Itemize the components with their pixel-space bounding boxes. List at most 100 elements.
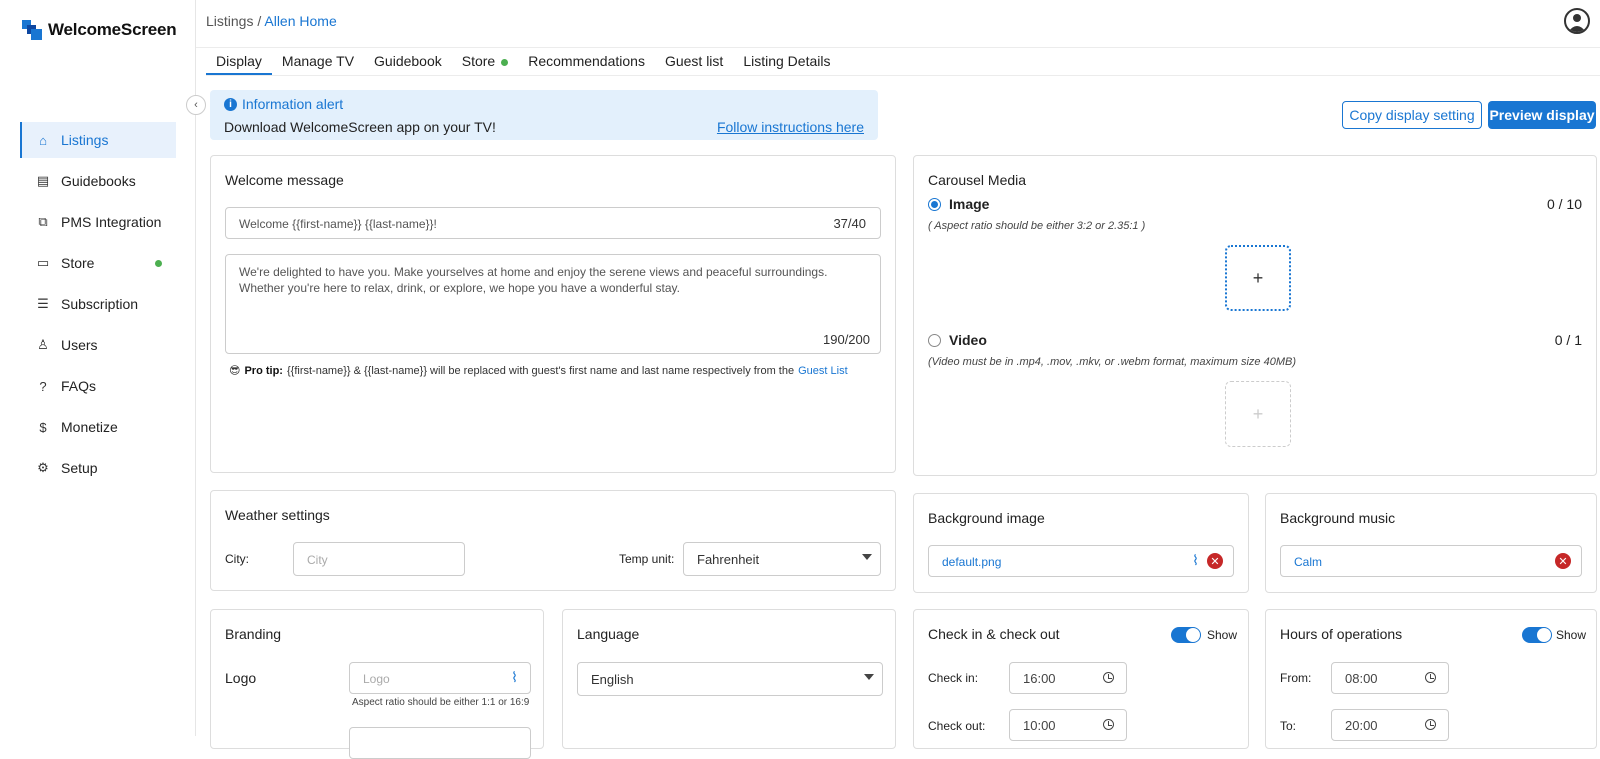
sidebar-item-guidebooks[interactable]: ▤ Guidebooks (20, 163, 176, 199)
language-select[interactable]: English (577, 662, 883, 696)
welcome-body-textarea[interactable]: We're delighted to have you. Make yourse… (225, 254, 881, 354)
show-label: Show (1207, 628, 1238, 642)
video-radio-option[interactable]: Video (928, 332, 987, 348)
from-label: From: (1280, 671, 1312, 685)
preview-display-button[interactable]: Preview display (1488, 101, 1596, 129)
checkin-time-value: 16:00 (1023, 671, 1056, 686)
body-counter: 190/200 (823, 332, 870, 347)
checkin-show-toggle[interactable] (1171, 627, 1201, 643)
person-icon (1568, 14, 1586, 32)
remove-icon[interactable]: ✕ (1555, 553, 1571, 569)
dollar-icon: $ (39, 419, 47, 435)
sidebar-item-pms-integration[interactable]: ⧉ PMS Integration (20, 204, 176, 240)
tab-manage-tv[interactable]: Manage TV (272, 48, 364, 75)
image-count: 0 / 10 (1546, 196, 1582, 212)
tab-label: Display (216, 53, 262, 69)
temp-unit-value: Fahrenheit (697, 552, 760, 567)
sidebar-item-users[interactable]: ♙ Users (20, 327, 176, 363)
user-avatar-icon[interactable] (1564, 8, 1590, 34)
breadcrumb-current: Allen Home (264, 13, 337, 29)
copy-display-setting-button[interactable]: Copy display setting (1342, 101, 1482, 129)
video-hint: (Video must be in .mp4, .mov, .mkv, or .… (928, 356, 1296, 368)
from-time-input[interactable]: 08:00 (1331, 662, 1449, 694)
background-image-value: default.png (942, 555, 1002, 569)
tab-display[interactable]: Display (206, 48, 272, 75)
checkout-time-value: 10:00 (1023, 718, 1056, 733)
background-image-card: Background image default.png ⌇ ✕ (913, 493, 1249, 593)
background-image-input[interactable]: default.png ⌇ ✕ (928, 545, 1234, 577)
users-icon: ♙ (37, 337, 49, 352)
card-title: Hours of operations (1280, 626, 1403, 642)
app-logo[interactable]: WelcomeScreen (22, 20, 177, 40)
sunglasses-icon: 😎 (229, 365, 241, 377)
status-dot (155, 259, 162, 267)
pro-tip-text: {{first-name}} & {{last-name}} will be r… (286, 364, 795, 377)
app-name: WelcomeScreen (48, 20, 177, 39)
checkin-time-input[interactable]: 16:00 (1009, 662, 1127, 694)
paperclip-icon[interactable]: ⌇ (511, 669, 518, 686)
background-music-input[interactable]: Calm ✕ (1280, 545, 1582, 577)
language-card: Language English (562, 609, 896, 749)
breadcrumb-separator: / (257, 13, 262, 29)
collapse-sidebar-button[interactable]: ‹ (186, 95, 206, 115)
sidebar-nav: ⌂ Listings ▤ Guidebooks ⧉ PMS Integratio… (20, 122, 176, 491)
hours-of-operations-card: Hours of operations Show From: 08:00 To:… (1265, 609, 1597, 749)
tab-guidebook[interactable]: Guidebook (364, 48, 452, 75)
welcome-headline-input[interactable]: Welcome {{first-name}} {{last-name}}! 37… (225, 207, 881, 239)
tab-listing-details[interactable]: Listing Details (733, 48, 840, 75)
checkin-checkout-card: Check in & check out Show Check in: 16:0… (913, 609, 1249, 749)
sidebar-item-monetize[interactable]: $ Monetize (20, 409, 176, 445)
sidebar-item-faqs[interactable]: ? FAQs (20, 368, 176, 404)
city-input[interactable]: City (293, 542, 465, 576)
tab-guest-list[interactable]: Guest list (655, 48, 733, 75)
sidebar-item-subscription[interactable]: ☰ Subscription (20, 286, 176, 322)
image-radio-option[interactable]: Image (928, 196, 989, 212)
to-time-input[interactable]: 20:00 (1331, 709, 1449, 741)
question-icon: ? (39, 378, 47, 394)
follow-instructions-link[interactable]: Follow instructions here (717, 119, 864, 135)
from-time-value: 08:00 (1345, 671, 1378, 686)
checkin-label: Check in: (928, 671, 979, 685)
logo-hint: Aspect ratio should be either 1:1 or 16:… (352, 697, 530, 708)
paperclip-icon[interactable]: ⌇ (1192, 552, 1199, 569)
video-upload-button: + (1225, 381, 1291, 447)
guest-list-link[interactable]: Guest List (798, 365, 848, 377)
breadcrumb-root[interactable]: Listings (206, 13, 253, 29)
plus-icon: + (1252, 403, 1264, 424)
image-upload-button[interactable]: + (1225, 245, 1291, 311)
status-dot (501, 59, 509, 66)
sidebar-item-setup[interactable]: ⚙ Setup (20, 450, 176, 486)
sidebar-item-listings[interactable]: ⌂ Listings (20, 122, 176, 158)
sidebar-item-store[interactable]: ▭ Store (20, 245, 176, 281)
logo-placeholder: Logo (363, 672, 390, 686)
caret-down-icon (862, 554, 872, 560)
card-title: Branding (225, 626, 282, 642)
sidebar-item-label: Listings (61, 132, 109, 148)
headline-counter: 37/40 (833, 216, 866, 231)
puzzle-icon: ⧉ (38, 214, 48, 229)
clock-icon (1103, 719, 1114, 730)
tab-recommendations[interactable]: Recommendations (518, 48, 655, 75)
checkout-label: Check out: (928, 719, 986, 733)
language-value: English (591, 672, 634, 687)
hours-show-toggle[interactable] (1522, 627, 1552, 643)
remove-icon[interactable]: ✕ (1207, 553, 1223, 569)
background-music-card: Background music Calm ✕ (1265, 493, 1597, 593)
sidebar-item-label: Subscription (61, 296, 139, 312)
radio-selected-icon (928, 197, 941, 211)
clock-icon (1425, 672, 1436, 683)
store-icon: ▭ (36, 255, 50, 270)
sidebar-item-label: PMS Integration (61, 214, 162, 230)
card-title: Check in & check out (928, 626, 1060, 642)
branding-card: Branding Logo Logo ⌇ Aspect ratio should… (210, 609, 544, 759)
checkout-time-input[interactable]: 10:00 (1009, 709, 1127, 741)
tab-store[interactable]: Store (452, 48, 518, 75)
temp-unit-select[interactable]: Fahrenheit (683, 542, 881, 576)
pro-tip-label: Pro tip: (244, 364, 283, 377)
city-placeholder: City (307, 553, 328, 567)
secondary-branding-input[interactable] (349, 727, 531, 759)
tab-label: Recommendations (528, 53, 645, 69)
tab-label: Guest list (664, 53, 724, 69)
logo-input[interactable]: Logo ⌇ (349, 662, 531, 694)
logo-mark-icon (22, 20, 42, 40)
